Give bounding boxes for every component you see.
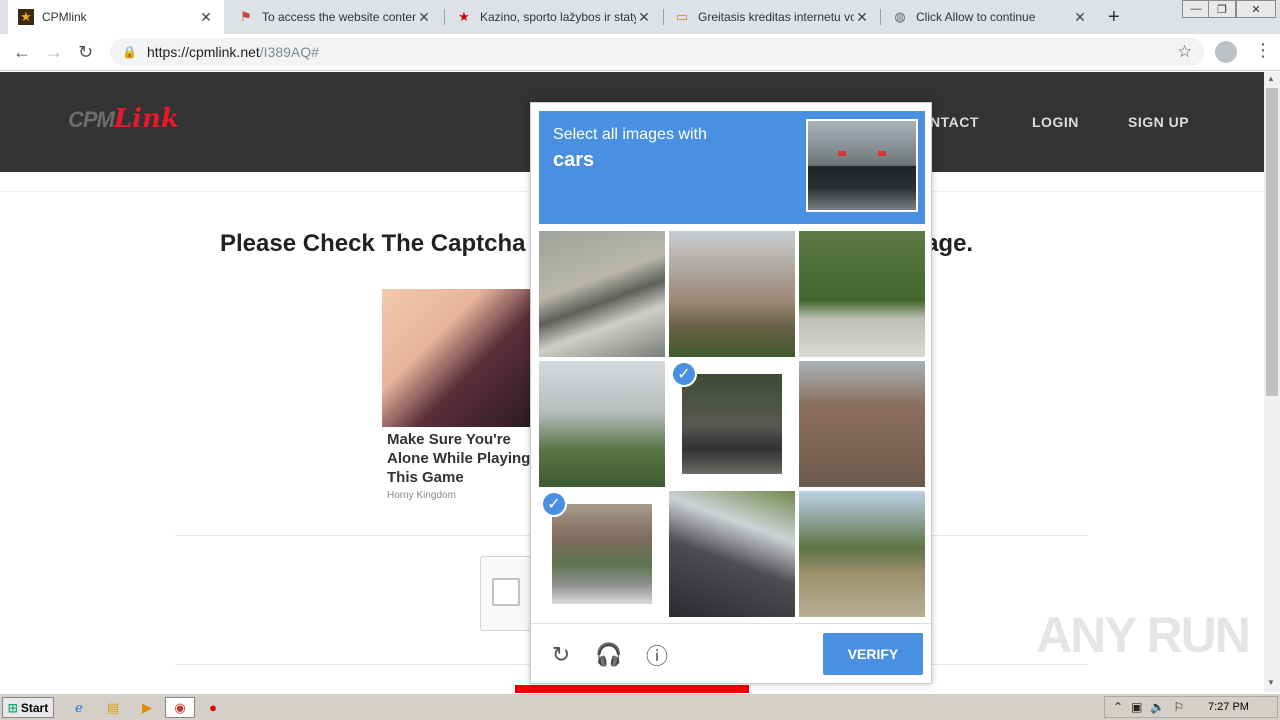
image-tile-1[interactable] [539, 231, 665, 357]
ad-title[interactable]: Make Sure You're Alone While Playing Thi… [387, 430, 537, 487]
sample-image [806, 119, 918, 212]
network-icon[interactable]: ▣ [1131, 700, 1142, 714]
taskbar: ⊞ Start ℯ ▤ ▶ ◉ ● ⌃ ▣ 🔈 ⚐ 7:27 PM [0, 693, 1280, 720]
tab-separator [880, 9, 881, 25]
watermark: ANY RUN [1036, 607, 1251, 663]
close-icon[interactable]: ✕ [1072, 9, 1088, 26]
red-star-favicon-icon: ★ [458, 9, 470, 24]
restore-button[interactable]: ❐ [1208, 0, 1236, 18]
ie-icon[interactable]: ℯ [64, 697, 94, 718]
info-icon[interactable]: ⓘ [643, 641, 671, 669]
tab-cpmlink[interactable]: ★ CPMlink ✕ [8, 0, 224, 34]
address-bar[interactable]: 🔒 https://cpmlink.net/I389AQ# [110, 38, 1204, 66]
tab-kazino[interactable]: ★ Kazino, sporto lažybos ir statym ✕ [446, 0, 662, 34]
tab-title: To access the website content, y [262, 10, 416, 24]
url-path: /I389AQ# [259, 44, 319, 60]
image-tile-9[interactable] [799, 491, 925, 617]
chat-favicon-icon: ▭ [675, 9, 689, 24]
checkmark-icon: ✓ [541, 491, 567, 517]
recaptcha-checkbox[interactable] [492, 578, 520, 606]
close-window-button[interactable]: ✕ [1236, 0, 1276, 18]
url-host: https://cpmlink.net [146, 44, 260, 60]
star-favicon-icon: ★ [18, 9, 34, 25]
menu-kebab-icon[interactable]: ⋮ [1254, 40, 1272, 61]
flag-icon[interactable]: ⚐ [1173, 700, 1184, 714]
folder-icon[interactable]: ▤ [98, 697, 128, 718]
browser-toolbar: ← → ↻ 🔒 https://cpmlink.net/I389AQ# ☆ ⋮ [0, 34, 1280, 71]
tab-title: Kazino, sporto lažybos ir statym [480, 10, 636, 24]
image-tile-3[interactable] [799, 231, 925, 357]
tab-greitasis[interactable]: ▭ Greitasis kreditas internetu vos ✕ [664, 0, 880, 34]
media-player-icon[interactable]: ▶ [132, 697, 162, 718]
challenge-header: Select all images with cars [539, 111, 925, 224]
nav-login[interactable]: LOGIN [1032, 114, 1079, 130]
start-button[interactable]: ⊞ Start [2, 697, 54, 718]
ad-source[interactable]: Horny Kingdom [387, 490, 456, 501]
tab-access-content[interactable]: ⚑ To access the website content, y ✕ [228, 0, 442, 34]
challenge-target: cars [553, 149, 595, 171]
challenge-footer-divider [531, 623, 931, 624]
windows-logo-icon: ⊞ [7, 700, 18, 715]
tab-separator [444, 9, 445, 25]
opera-icon[interactable]: ● [198, 697, 228, 718]
close-icon[interactable]: ✕ [636, 9, 652, 26]
close-icon[interactable]: ✕ [416, 9, 432, 26]
volume-icon[interactable]: 🔈 [1150, 700, 1165, 714]
close-icon[interactable]: ✕ [854, 9, 870, 26]
checkmark-icon: ✓ [671, 361, 697, 387]
clock[interactable]: 7:27 PM [1208, 701, 1249, 713]
lock-icon: 🔒 [122, 45, 137, 59]
tab-title: Greitasis kreditas internetu vos [698, 10, 854, 24]
system-tray: ⌃ ▣ 🔈 ⚐ [1104, 696, 1278, 718]
image-tile-6[interactable] [799, 361, 925, 487]
nav-contact[interactable]: NTACT [930, 114, 979, 130]
new-tab-button[interactable]: + [1108, 6, 1120, 29]
flag-favicon-icon: ⚑ [240, 9, 252, 24]
tray-expand-icon[interactable]: ⌃ [1113, 700, 1123, 714]
globe-favicon-icon: ◍ [894, 9, 906, 24]
image-tile-4[interactable] [539, 361, 665, 487]
image-tile-2[interactable] [669, 231, 795, 357]
scroll-up-arrow-icon[interactable]: ▲ [1267, 74, 1275, 83]
cpmlink-logo[interactable]: CPM Link [68, 104, 179, 134]
bookmark-star-icon[interactable]: ☆ [1177, 42, 1192, 62]
tab-click-allow[interactable]: ◍ Click Allow to continue ✕ [882, 0, 1098, 34]
logo-link-text: Link [113, 104, 179, 134]
close-icon[interactable]: ✕ [198, 9, 214, 26]
headphones-icon[interactable]: 🎧 [595, 641, 623, 669]
minimize-button[interactable]: — [1182, 0, 1210, 18]
ad-image[interactable] [382, 289, 532, 427]
tab-strip: ★ CPMlink ✕ ⚑ To access the website cont… [0, 0, 1280, 34]
forward-arrow-icon[interactable]: → [45, 42, 63, 63]
tab-title: CPMlink [42, 10, 87, 24]
logo-cpm-text: CPM [68, 107, 115, 132]
nav-signup[interactable]: SIGN UP [1128, 114, 1189, 130]
taillight [838, 151, 846, 156]
challenge-instruction: Select all images with [553, 126, 707, 143]
back-arrow-icon[interactable]: ← [13, 42, 31, 63]
taillight [878, 151, 886, 156]
captcha-challenge: Select all images with cars ✓ ✓ ↻ 🎧 ⓘ VE… [530, 102, 932, 684]
start-label: Start [20, 700, 49, 715]
scroll-thumb[interactable] [1266, 88, 1278, 396]
image-tile-8[interactable] [669, 491, 795, 617]
reload-icon[interactable]: ↻ [78, 42, 93, 63]
verify-button[interactable]: VERIFY [823, 633, 923, 675]
reload-icon[interactable]: ↻ [547, 641, 575, 669]
tab-title: Click Allow to continue [916, 10, 1036, 24]
red-banner[interactable] [515, 685, 749, 693]
chrome-icon[interactable]: ◉ [165, 697, 195, 718]
scroll-down-arrow-icon[interactable]: ▼ [1267, 678, 1275, 687]
profile-avatar-icon[interactable] [1215, 41, 1237, 63]
